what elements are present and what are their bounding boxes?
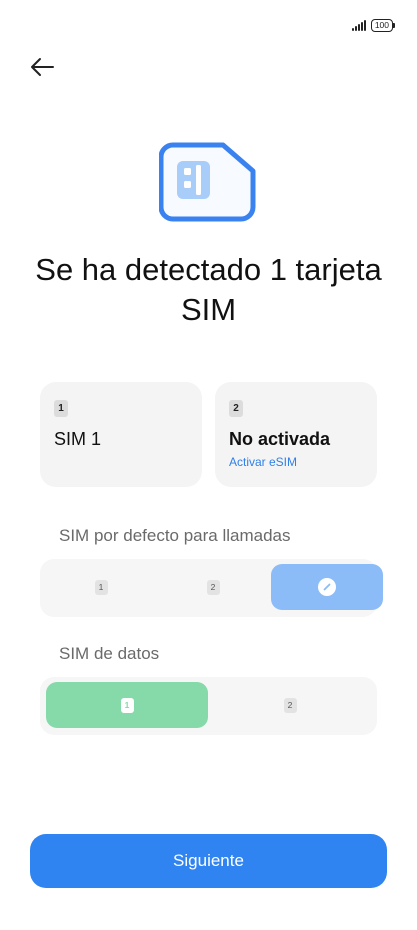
back-button[interactable]	[26, 52, 58, 82]
calls-option-sim-2[interactable]: 2	[156, 564, 270, 610]
sim-slot-badge: 2	[229, 400, 243, 417]
sim-slot-badge: 2	[206, 579, 220, 595]
sim-card-slot-2[interactable]: 2 No activada Activar eSIM	[215, 382, 377, 487]
sim-slot-badge: 1	[94, 579, 108, 595]
calls-sim-selector: 1 2	[40, 559, 383, 617]
battery-tip	[393, 22, 395, 28]
calls-section-label: SIM por defecto para llamadas	[59, 526, 291, 545]
battery-level: 100	[370, 18, 393, 32]
battery-icon: 100	[370, 18, 395, 32]
page-title: Se ha detectado 1 tarjeta SIM	[35, 252, 382, 327]
calls-option-always-ask[interactable]	[271, 564, 383, 610]
sim-name: SIM 1	[54, 429, 102, 449]
cellular-signal-icon	[351, 19, 366, 31]
data-option-sim-1[interactable]: 1	[46, 682, 208, 728]
sim-slot-badge: 1	[120, 697, 134, 713]
next-button[interactable]: Siguiente	[30, 834, 387, 888]
sim-slot-badge: 1	[54, 400, 68, 417]
activate-esim-link[interactable]: Activar eSIM	[229, 455, 363, 469]
sim-name: No activada	[229, 429, 331, 449]
arrow-left-icon	[31, 58, 54, 76]
sim-slot-badge: 2	[283, 697, 297, 713]
checkmark-icon	[318, 578, 336, 596]
data-section-label: SIM de datos	[59, 644, 160, 663]
data-sim-selector: 1 2	[40, 677, 377, 735]
status-bar: 100	[351, 16, 395, 34]
calls-option-sim-1[interactable]: 1	[46, 564, 156, 610]
data-option-sim-2[interactable]: 2	[210, 682, 370, 728]
sim-card-slot-1[interactable]: 1 SIM 1	[40, 382, 202, 487]
sim-card-icon	[158, 141, 259, 223]
